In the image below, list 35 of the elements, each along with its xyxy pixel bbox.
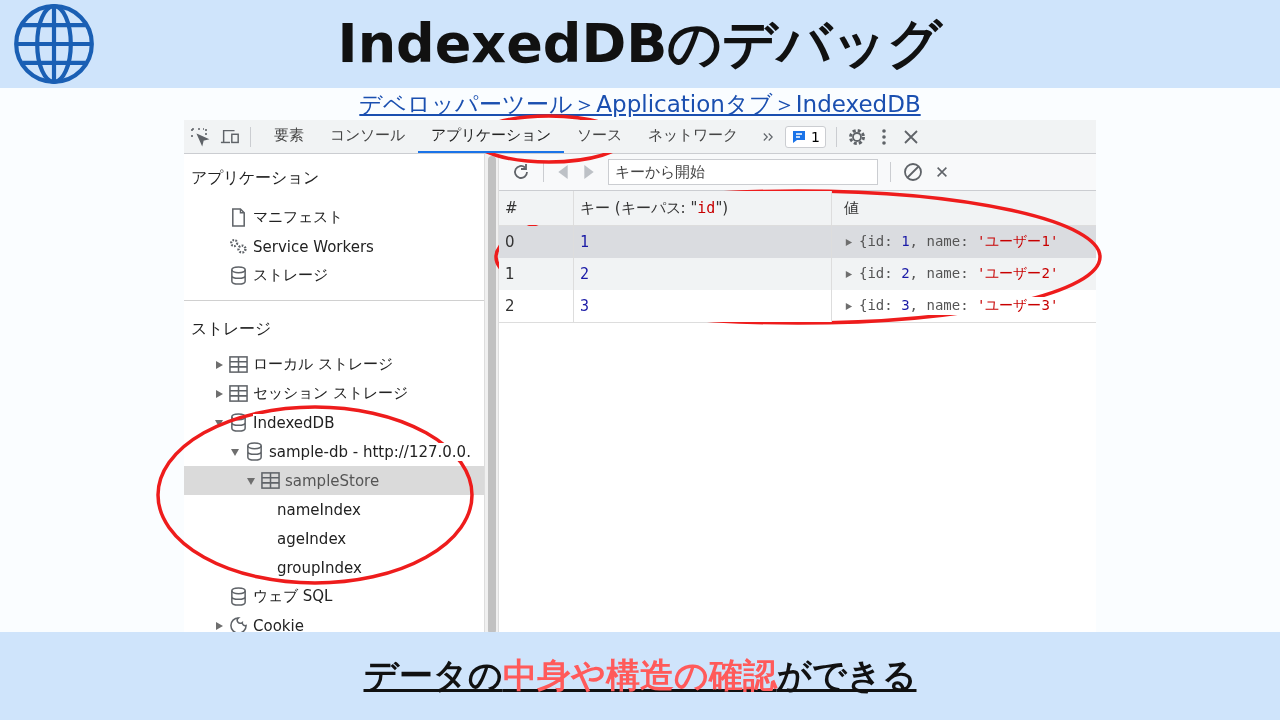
database-icon xyxy=(229,266,248,285)
table-cell: 3 xyxy=(574,290,832,322)
refresh-icon[interactable] xyxy=(511,162,531,182)
table-icon xyxy=(229,384,248,403)
file-icon xyxy=(229,208,248,227)
clear-icon[interactable] xyxy=(903,162,923,182)
collapsed-arrow-icon[interactable] xyxy=(214,388,224,399)
message-icon xyxy=(791,128,807,145)
breadcrumb-link[interactable]: デベロッパーツール＞Applicationタブ＞IndexedDB xyxy=(359,88,921,120)
table-icon xyxy=(261,471,280,490)
expanded-arrow-icon[interactable] xyxy=(230,446,240,457)
expand-arrow-icon[interactable] xyxy=(844,301,853,311)
collapsed-arrow-icon[interactable] xyxy=(214,620,224,631)
gears-icon xyxy=(229,237,248,256)
tree-item[interactable]: sampleStore xyxy=(184,466,484,495)
collapsed-arrow-icon[interactable] xyxy=(214,359,224,370)
table-icon xyxy=(229,355,248,374)
key-search-field[interactable]: キーから開始 xyxy=(608,159,878,185)
issues-button[interactable]: 1 xyxy=(785,125,826,148)
cookie-icon xyxy=(229,616,248,632)
table-cell: 1 xyxy=(499,258,574,290)
page-title: IndexedDBのデバッグ xyxy=(337,10,943,77)
settings-icon[interactable] xyxy=(846,126,867,147)
globe-icon xyxy=(12,2,96,86)
expand-arrow-icon[interactable] xyxy=(844,269,853,279)
database-icon xyxy=(229,587,248,606)
inspect-icon[interactable] xyxy=(190,126,210,147)
previous-icon[interactable] xyxy=(556,162,570,182)
scrollbar-thumb[interactable] xyxy=(487,156,496,632)
database-icon xyxy=(245,442,264,461)
expanded-arrow-icon[interactable] xyxy=(246,475,256,486)
database-icon xyxy=(229,413,248,432)
column-header: キー (キーパス: "id") xyxy=(574,191,832,225)
tab[interactable]: アプリケーション xyxy=(418,120,564,153)
expand-arrow-icon[interactable] xyxy=(844,237,853,247)
